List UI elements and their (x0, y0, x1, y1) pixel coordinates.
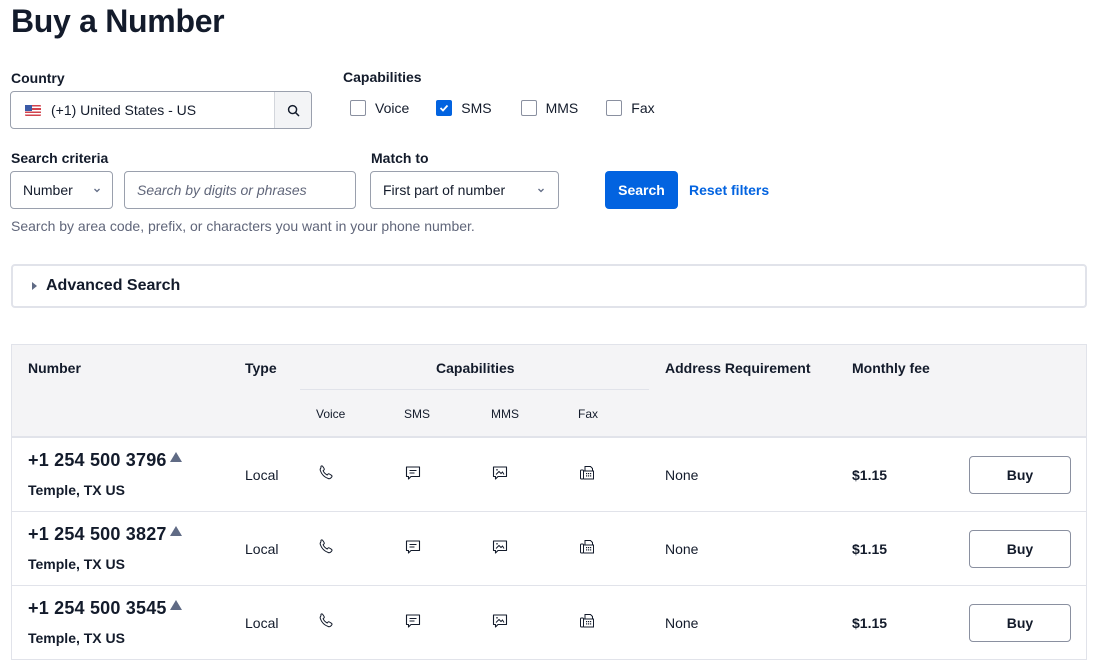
advanced-search-label: Advanced Search (46, 277, 181, 294)
triangle-up-icon (169, 452, 182, 462)
number-type: Local (245, 615, 279, 631)
subheader-mms: MMS (491, 407, 519, 421)
us-flag-icon (25, 104, 41, 116)
sms-checkbox[interactable] (436, 100, 453, 116)
fax-icon (580, 614, 594, 628)
search-criteria-label: Search criteria (11, 150, 109, 166)
search-icon (287, 104, 299, 116)
search-criteria-value: Number (23, 182, 73, 198)
sms-message-icon (405, 614, 421, 628)
advanced-search-toggle[interactable]: Advanced Search (11, 264, 1087, 308)
table-row: +1 254 500 3796 Temple, TX US Local None… (12, 438, 1086, 512)
mms-label: MMS (545, 100, 579, 116)
monthly-fee: $1.15 (852, 541, 888, 557)
search-help-text: Search by area code, prefix, or characte… (11, 218, 475, 234)
header-address-requirement: Address Requirement (665, 360, 811, 376)
match-to-label: Match to (371, 150, 429, 166)
country-label: Country (11, 70, 65, 86)
capability-sms[interactable]: SMS (436, 100, 492, 116)
chevron-down-icon (94, 188, 100, 193)
capabilities-divider (300, 389, 649, 390)
subheader-voice: Voice (316, 407, 346, 421)
address-requirement: None (665, 467, 699, 483)
mms-image-message-icon (492, 614, 508, 628)
number-type: Local (245, 467, 279, 483)
numbers-table: Number Type Capabilities Address Require… (11, 344, 1087, 660)
capability-voice[interactable]: Voice (350, 100, 409, 116)
buy-button[interactable]: Buy (969, 456, 1071, 494)
search-button[interactable]: Search (605, 171, 678, 209)
mms-checkbox[interactable] (520, 100, 537, 116)
sms-label: SMS (461, 100, 492, 116)
mms-image-message-icon (492, 540, 508, 554)
monthly-fee: $1.15 (852, 615, 888, 631)
capability-mms[interactable]: MMS (520, 100, 579, 116)
buy-button[interactable]: Buy (969, 530, 1071, 568)
caret-right-icon (32, 282, 37, 290)
fax-label: Fax (631, 100, 655, 116)
phone-number: +1 254 500 3827 (28, 524, 167, 544)
monthly-fee: $1.15 (852, 467, 888, 483)
fax-icon (580, 540, 594, 554)
subheader-sms: SMS (404, 407, 431, 421)
page-title: Buy a Number (11, 3, 225, 39)
address-requirement: None (665, 541, 699, 557)
country-field[interactable]: (+1) United States - US (10, 91, 312, 129)
header-number: Number (28, 360, 81, 376)
mms-image-message-icon (492, 466, 508, 480)
triangle-up-icon (169, 526, 182, 536)
checkmark-icon (440, 104, 449, 112)
voice-checkbox[interactable] (350, 100, 366, 116)
number-type: Local (245, 541, 279, 557)
phone-icon (319, 613, 333, 628)
number-location: Temple, TX US (28, 482, 125, 498)
voice-label: Voice (375, 100, 410, 116)
capability-fax[interactable]: Fax (606, 100, 655, 116)
sms-message-icon (405, 466, 421, 480)
phone-icon (319, 465, 333, 480)
chevron-down-icon (538, 188, 544, 193)
number-location: Temple, TX US (28, 556, 125, 572)
phone-number: +1 254 500 3545 (28, 598, 167, 618)
fax-icon (580, 466, 594, 480)
country-value: (+1) United States - US (51, 102, 197, 118)
phone-number: +1 254 500 3796 (28, 450, 167, 470)
reset-filters-link[interactable]: Reset filters (689, 182, 769, 198)
subheader-fax: Fax (578, 407, 599, 421)
search-digits-input[interactable] (124, 171, 356, 209)
table-header: Number Type Capabilities Address Require… (12, 345, 1086, 438)
country-search-button[interactable] (274, 92, 311, 128)
table-row: +1 254 500 3827 Temple, TX US Local None… (12, 512, 1086, 586)
capabilities-label: Capabilities (343, 69, 422, 85)
fax-checkbox[interactable] (606, 100, 623, 116)
match-to-value: First part of number (383, 182, 506, 198)
buy-button[interactable]: Buy (969, 604, 1071, 642)
triangle-up-icon (169, 600, 182, 610)
address-requirement: None (665, 615, 699, 631)
table-row: +1 254 500 3545 Temple, TX US Local None… (12, 586, 1086, 660)
number-location: Temple, TX US (28, 630, 125, 646)
search-criteria-select[interactable]: Number (10, 171, 113, 209)
phone-icon (319, 539, 333, 554)
header-type: Type (245, 360, 277, 376)
header-monthly-fee: Monthly fee (852, 360, 930, 376)
match-to-select[interactable]: First part of number (370, 171, 559, 209)
header-capabilities: Capabilities (436, 360, 515, 376)
sms-message-icon (405, 540, 421, 554)
capabilities-filter: Voice SMS MMS Fax (350, 100, 679, 116)
